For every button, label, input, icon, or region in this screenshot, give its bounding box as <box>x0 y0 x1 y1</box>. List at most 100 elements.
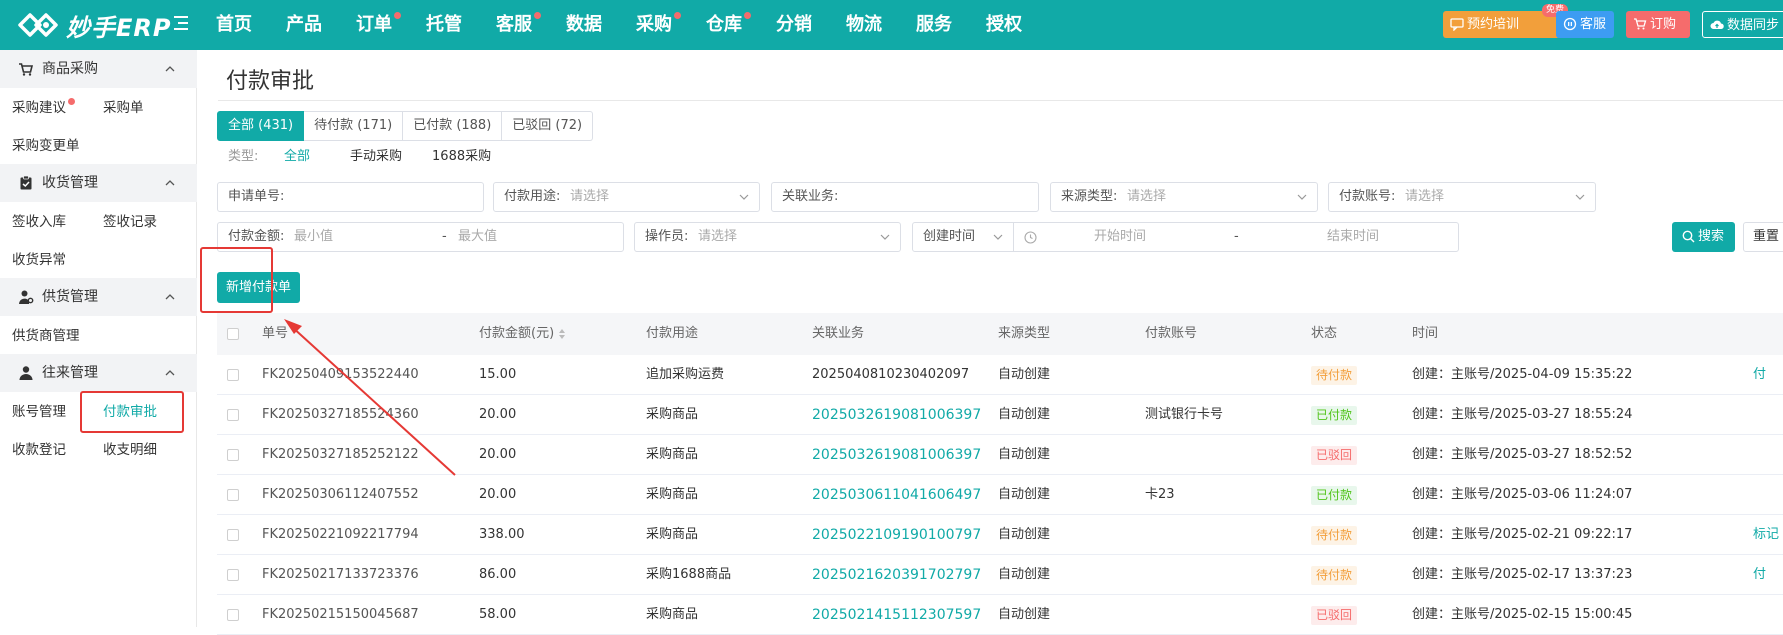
sidebar-item-income-expense[interactable]: 收支明细 <box>103 440 157 460</box>
user-icon <box>19 366 33 380</box>
related-business-link[interactable]: 2025032619081006397 <box>812 395 981 435</box>
created-time: 创建：主账号/2025-03-27 18:55:24 <box>1412 407 1633 422</box>
tab-pending[interactable]: 待付款 (171) <box>304 111 404 141</box>
related-business-link[interactable]: 2025022109190100797 <box>812 515 981 555</box>
related-business-link[interactable]: 2025021620391702797 <box>812 555 981 595</box>
type-option-all[interactable]: 全部 <box>284 147 310 167</box>
end-time-input[interactable]: 结束时间 <box>1327 223 1379 251</box>
nav-item-home[interactable]: 首页 <box>200 0 270 50</box>
clipboard-check-icon <box>20 175 32 190</box>
row-action-link[interactable]: 付 <box>1753 355 1766 395</box>
amount-range-input[interactable]: 付款金额: 最小值 - 最大值 <box>217 222 624 252</box>
app-logo[interactable]: 妙手ERP <box>16 7 171 43</box>
payment-amount: 20.00 <box>479 407 517 422</box>
related-business-link[interactable]: 2025030611041606497 <box>812 475 981 515</box>
search-icon <box>1682 230 1695 243</box>
chevron-up-icon <box>165 66 175 72</box>
sidebar-item-sign-records[interactable]: 签收记录 <box>103 212 157 232</box>
nav-item-service[interactable]: 客服 <box>480 0 550 50</box>
nav-item-distribution[interactable]: 分销 <box>760 0 830 50</box>
payment-no: FK20250327185524360 <box>262 407 419 422</box>
nav-item-order[interactable]: 订单 <box>340 0 410 50</box>
nav-item-services[interactable]: 服务 <box>900 0 970 50</box>
table-row[interactable]: FK20250306112407552 20.00 采购商品 202503061104… <box>217 475 1783 515</box>
tab-rejected[interactable]: 已驳回 (72) <box>502 111 594 141</box>
cart-icon <box>19 63 34 76</box>
subscribe-button[interactable]: 订购 <box>1626 11 1690 38</box>
nav-item-hosting[interactable]: 托管 <box>410 0 480 50</box>
sidebar-item-receiving-exception[interactable]: 收货异常 <box>12 250 66 270</box>
source-type-select[interactable]: 来源类型: 请选择 <box>1050 182 1318 212</box>
top-bar: 妙手ERP 首页 产品 订单 托管 客服 数据 采购 仓库 分销 物流 服务 授… <box>0 0 1783 50</box>
amount-max-input[interactable]: 最大值 <box>458 223 497 251</box>
row-checkbox[interactable] <box>227 449 239 461</box>
apply-no-input[interactable]: 申请单号: <box>217 182 484 212</box>
sidebar-group-receiving[interactable]: 收货管理 <box>0 164 197 202</box>
table-row[interactable]: FK20250327185524360 20.00 采购商品 202503261908… <box>217 395 1783 435</box>
row-action-link[interactable]: 标记 <box>1753 515 1779 555</box>
row-checkbox[interactable] <box>227 409 239 421</box>
related-business-link[interactable]: 2025021415112307597 <box>812 595 981 635</box>
created-time: 创建：主账号/2025-04-09 15:35:22 <box>1412 367 1633 382</box>
start-time-input[interactable]: 开始时间 <box>1094 223 1146 251</box>
amount-min-input[interactable]: 最小值 <box>294 223 333 251</box>
related-business-input[interactable]: 关联业务: <box>771 182 1039 212</box>
nav-item-purchase[interactable]: 采购 <box>620 0 690 50</box>
menu-toggle-icon[interactable] <box>174 16 190 32</box>
type-option-manual[interactable]: 手动采购 <box>350 147 402 167</box>
sidebar-item-sign-in-stock[interactable]: 签收入库 <box>12 212 66 232</box>
sidebar-group-accounts[interactable]: 往来管理 <box>0 354 197 392</box>
related-business-link[interactable]: 2025032619081006397 <box>812 435 981 475</box>
tab-all[interactable]: 全部 (431) <box>217 111 305 141</box>
table-row[interactable]: FK20250409153522440 15.00 追加采购运费 2025040810… <box>217 355 1783 395</box>
cloud-upload-icon <box>1710 20 1724 29</box>
source-type: 自动创建 <box>998 567 1051 582</box>
status-badge: 已驳回 <box>1311 446 1358 465</box>
payment-account: 测试银行卡号 <box>1145 407 1224 422</box>
row-checkbox[interactable] <box>227 369 239 381</box>
nav-item-warehouse[interactable]: 仓库 <box>690 0 760 50</box>
highlight-box-add <box>200 247 273 313</box>
sidebar-item-receipt-registration[interactable]: 收款登记 <box>12 440 66 460</box>
row-checkbox[interactable] <box>227 569 239 581</box>
time-range-picker[interactable]: 开始时间 - 结束时间 <box>1013 222 1459 252</box>
nav-item-logistics[interactable]: 物流 <box>830 0 900 50</box>
sidebar-item-purchase-suggest[interactable]: 采购建议 <box>12 98 66 118</box>
type-filter-label: 类型: <box>228 149 259 164</box>
training-button[interactable]: 预约培训 免费 <box>1443 4 1568 38</box>
operator-select[interactable]: 操作员: 请选择 <box>634 222 901 252</box>
nav-item-authorize[interactable]: 授权 <box>970 0 1040 50</box>
notification-dot <box>744 12 751 19</box>
reset-button[interactable]: 重置 <box>1743 222 1783 252</box>
type-option-1688[interactable]: 1688采购 <box>432 147 491 167</box>
payment-use: 采购商品 <box>646 527 699 542</box>
nav-item-data[interactable]: 数据 <box>550 0 620 50</box>
sidebar-item-purchase-order[interactable]: 采购单 <box>103 98 144 118</box>
payment-use-select[interactable]: 付款用途: 请选择 <box>493 182 760 212</box>
payment-use: 采购商品 <box>646 447 699 462</box>
nav-item-product[interactable]: 产品 <box>270 0 340 50</box>
table-row[interactable]: FK20250217133723376 86.00 采购1688商品 20250216… <box>217 555 1783 595</box>
search-button[interactable]: 搜索 <box>1672 222 1735 252</box>
table-row[interactable]: FK20250327185252122 20.00 采购商品 202503261908… <box>217 435 1783 475</box>
row-checkbox[interactable] <box>227 489 239 501</box>
data-sync-button[interactable]: 数据同步 <box>1702 11 1783 38</box>
tab-paid[interactable]: 已付款 (188) <box>403 111 503 141</box>
sidebar-item-account-management[interactable]: 账号管理 <box>12 402 66 422</box>
headset-icon <box>1563 17 1577 31</box>
table-row[interactable]: FK20250221092217794 338.00 采购商品 20250221091… <box>217 515 1783 555</box>
sidebar-item-purchase-change[interactable]: 采购变更单 <box>12 136 80 156</box>
time-type-select[interactable]: 创建时间 <box>912 222 1014 252</box>
row-checkbox[interactable] <box>227 609 239 621</box>
customer-service-button[interactable]: 客服 <box>1556 11 1614 38</box>
select-all-checkbox[interactable] <box>227 328 239 340</box>
table-row[interactable]: FK20250215150045687 58.00 采购商品 202502141511… <box>217 595 1783 635</box>
row-checkbox[interactable] <box>227 529 239 541</box>
row-action-link[interactable]: 付 <box>1753 555 1766 595</box>
amount-column-header[interactable]: 付款金额(元) <box>479 313 566 355</box>
table-header: 单号 付款金额(元) 付款用途 关联业务 来源类型 付款账号 状态 时间 <box>217 313 1783 355</box>
sidebar-group-purchase[interactable]: 商品采购 <box>0 50 197 88</box>
sidebar-group-supply[interactable]: 供货管理 <box>0 278 197 316</box>
sidebar-item-supplier-management[interactable]: 供货商管理 <box>12 326 80 346</box>
payment-account-select[interactable]: 付款账号: 请选择 <box>1328 182 1596 212</box>
